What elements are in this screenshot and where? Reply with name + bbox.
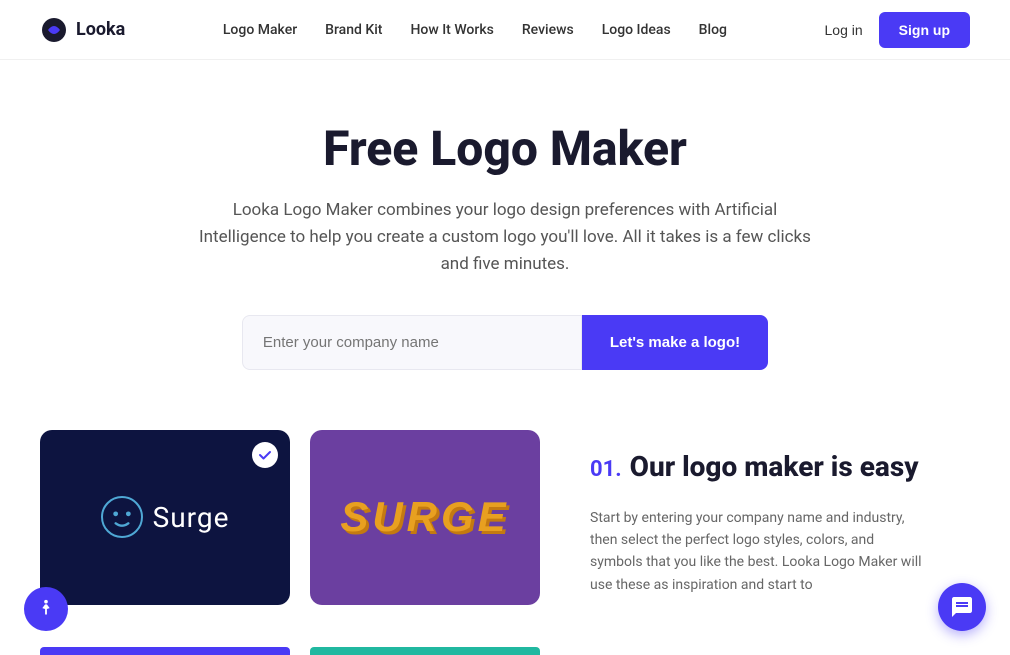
brand-logo[interactable]: Looka [40, 16, 125, 44]
info-heading: 01. Our logo maker is easy [590, 450, 970, 497]
info-title: Our logo maker is easy [630, 450, 919, 483]
brand-name: Looka [76, 19, 125, 40]
navbar: Looka Logo Maker Brand Kit How It Works … [0, 0, 1010, 60]
strip-blue [40, 647, 290, 655]
hero-title: Free Logo Maker [40, 120, 970, 177]
surge-retro-text: SURGE [340, 493, 509, 541]
hero-section: Free Logo Maker Looka Logo Maker combine… [0, 60, 1010, 410]
login-button[interactable]: Log in [825, 22, 863, 38]
logo-cards: Surge SURGE [40, 430, 540, 605]
company-name-input[interactable] [242, 315, 582, 370]
signup-button[interactable]: Sign up [879, 12, 970, 48]
check-icon [258, 448, 272, 462]
strip-teal [310, 647, 540, 655]
surge-circle-icon [101, 496, 143, 538]
surge-light-text: Surge [153, 501, 230, 534]
company-name-form: Let's make a logo! [40, 315, 970, 370]
surge-logo-light: Surge [101, 496, 230, 538]
logo-card-purple: SURGE [310, 430, 540, 605]
selected-badge [252, 442, 278, 468]
nav-links: Logo Maker Brand Kit How It Works Review… [223, 22, 727, 38]
nav-blog[interactable]: Blog [699, 22, 727, 38]
info-section: 01. Our logo maker is easy Start by ente… [570, 430, 970, 597]
bottom-section: Surge SURGE 01. Our logo maker is easy S… [0, 410, 1010, 605]
looka-logo-icon [40, 16, 68, 44]
accessibility-button[interactable] [24, 587, 68, 631]
nav-brand-kit[interactable]: Brand Kit [325, 22, 382, 38]
nav-how-it-works[interactable]: How It Works [410, 22, 493, 38]
nav-auth: Log in Sign up [825, 12, 970, 48]
make-logo-button[interactable]: Let's make a logo! [582, 315, 768, 370]
nav-logo-maker[interactable]: Logo Maker [223, 22, 297, 38]
face-icon [103, 498, 141, 536]
logo-card-dark: Surge [40, 430, 290, 605]
info-number: 01. [590, 457, 622, 482]
accessibility-icon [35, 598, 57, 620]
nav-logo-ideas[interactable]: Logo Ideas [602, 22, 671, 38]
nav-reviews[interactable]: Reviews [522, 22, 574, 38]
chat-button[interactable] [938, 583, 986, 631]
info-description: Start by entering your company name and … [590, 507, 930, 597]
bottom-strip [40, 647, 540, 655]
chat-icon [950, 595, 974, 619]
hero-description: Looka Logo Maker combines your logo desi… [195, 197, 815, 279]
